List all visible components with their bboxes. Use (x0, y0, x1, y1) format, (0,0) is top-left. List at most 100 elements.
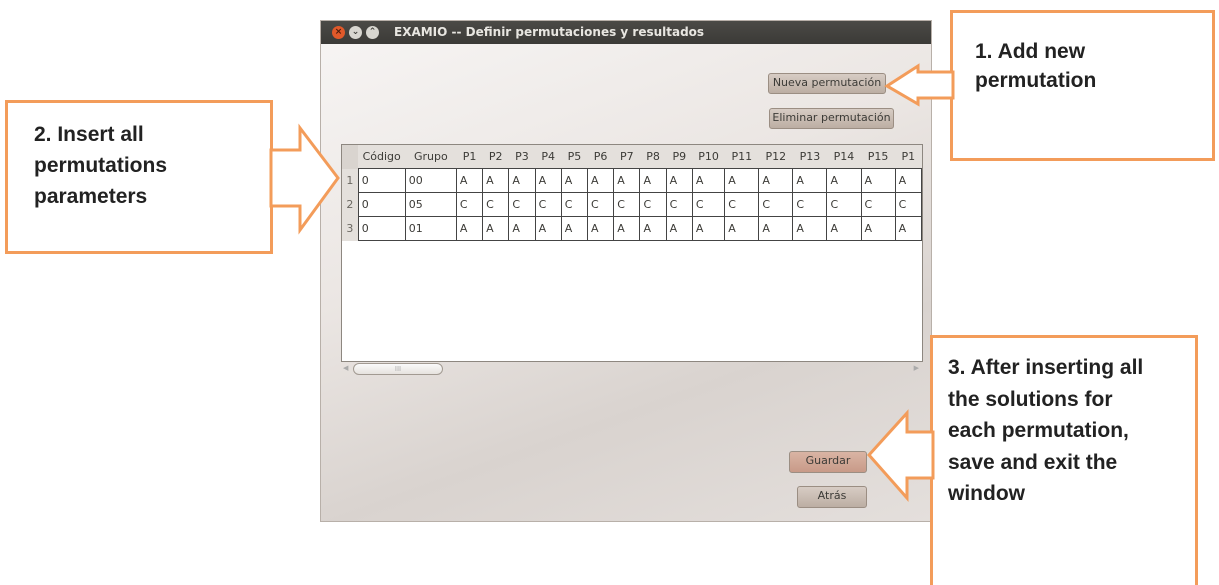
table-cell[interactable]: A (724, 216, 760, 241)
column-header[interactable]: P7 (613, 145, 640, 169)
table-row[interactable]: 2 0 05 C C C C C C C C C C C C C C C C (342, 192, 922, 217)
column-header[interactable]: P10 (692, 145, 725, 169)
delete-permutation-button[interactable]: Eliminar permutación (769, 108, 894, 129)
table-cell[interactable]: C (792, 192, 828, 217)
column-header[interactable]: P6 (587, 145, 614, 169)
table-cell[interactable]: A (758, 216, 794, 241)
table-cell[interactable]: A (560, 168, 589, 193)
table-cell[interactable]: A (639, 216, 667, 241)
table-cell[interactable]: C (758, 192, 794, 217)
minimize-icon[interactable]: ⌄ (349, 26, 362, 39)
table-cell[interactable]: A (691, 168, 726, 193)
callout-insert-text: 2. Insert all permutations parameters (34, 123, 168, 208)
table-cell[interactable]: A (691, 216, 726, 241)
table-cell[interactable]: A (894, 168, 922, 193)
callout-insert-parameters: 2. Insert all permutations parameters (5, 100, 273, 254)
column-header[interactable]: P13 (792, 145, 827, 169)
callout-add-text: 1. Add new permutation (975, 40, 1097, 92)
table-cell[interactable]: C (587, 192, 615, 217)
scroll-thumb[interactable]: III (353, 363, 443, 375)
table-cell[interactable]: C (691, 192, 726, 217)
table-cell[interactable]: A (455, 216, 484, 241)
column-header[interactable]: P15 (861, 145, 896, 169)
table-row[interactable]: 1 0 00 A A A A A A A A A A A A A A A A (342, 168, 922, 193)
table-cell[interactable]: A (826, 168, 862, 193)
app-window: × ⌄ ⌃ EXAMIO -- Definir permutaciones y … (320, 20, 932, 522)
table-cell[interactable]: C (508, 192, 536, 217)
table-cell[interactable]: A (482, 216, 510, 241)
window-title: EXAMIO -- Definir permutaciones y result… (394, 25, 705, 39)
table-cell[interactable]: A (613, 168, 641, 193)
row-number: 2 (342, 192, 359, 217)
table-cell[interactable]: A (894, 216, 922, 241)
callout-add-permutation: 1. Add new permutation (950, 10, 1215, 161)
table-cell[interactable]: A (482, 168, 510, 193)
column-header[interactable]: P14 (826, 145, 862, 169)
permutations-table[interactable]: Código Grupo P1 P2 P3 P4 P5 P6 P7 P8 P9 P10 P11 P12 P1… (341, 144, 923, 362)
column-header[interactable]: Grupo (405, 145, 457, 169)
table-cell[interactable]: A (508, 216, 536, 241)
table-cell[interactable]: A (860, 168, 896, 193)
table-cell[interactable]: A (560, 216, 589, 241)
table-cell[interactable]: C (860, 192, 896, 217)
table-cell[interactable]: C (534, 192, 562, 217)
table-cell[interactable]: C (560, 192, 589, 217)
table-cell[interactable]: C (482, 192, 510, 217)
column-header[interactable]: P1 (895, 145, 922, 169)
table-cell[interactable]: C (826, 192, 862, 217)
table-cell[interactable]: A (508, 168, 536, 193)
column-header[interactable]: Código (358, 145, 406, 169)
table-cell[interactable]: A (665, 168, 693, 193)
new-permutation-button[interactable]: Nueva permutación (768, 73, 886, 94)
table-cell[interactable]: C (639, 192, 667, 217)
table-cell[interactable]: C (894, 192, 922, 217)
table-cell[interactable]: A (455, 168, 484, 193)
column-header[interactable]: P8 (639, 145, 667, 169)
table-cell[interactable]: 00 (404, 168, 457, 193)
table-cell[interactable]: A (792, 168, 828, 193)
table-cell[interactable]: A (860, 216, 896, 241)
table-cell[interactable]: A (587, 216, 615, 241)
column-header[interactable]: P1 (456, 145, 483, 169)
table-cell[interactable]: C (455, 192, 484, 217)
column-header[interactable]: P5 (561, 145, 588, 169)
table-cell[interactable]: 05 (404, 192, 457, 217)
table-cell[interactable]: A (587, 168, 615, 193)
table-cell[interactable]: 0 (357, 216, 406, 241)
table-cell[interactable]: A (613, 216, 641, 241)
table-cell[interactable]: A (639, 168, 667, 193)
close-icon[interactable]: × (332, 26, 345, 39)
table-cell[interactable]: C (613, 192, 641, 217)
column-header[interactable]: P11 (724, 145, 759, 169)
table-cell[interactable]: 0 (357, 192, 406, 217)
column-header[interactable]: P2 (482, 145, 509, 169)
table-header-row: Código Grupo P1 P2 P3 P4 P5 P6 P7 P8 P9 P10 P11 P12 P1… (342, 145, 922, 169)
scroll-right-arrow-icon[interactable]: ▶ (914, 364, 919, 372)
table-cell[interactable]: A (758, 168, 794, 193)
row-number-header (342, 145, 359, 169)
table-cell[interactable]: A (826, 216, 862, 241)
column-header[interactable]: P9 (666, 145, 693, 169)
table-cell[interactable]: A (665, 216, 693, 241)
table-cell[interactable]: C (665, 192, 693, 217)
scroll-left-arrow-icon[interactable]: ◀ (343, 364, 348, 372)
table-cell[interactable]: C (724, 192, 760, 217)
callout-save: 3. After inserting all the solutions for… (930, 335, 1198, 585)
back-button[interactable]: Atrás (797, 486, 867, 508)
title-bar[interactable]: × ⌄ ⌃ EXAMIO -- Definir permutaciones y … (321, 21, 931, 44)
table-cell[interactable]: A (534, 168, 562, 193)
row-number: 3 (342, 216, 359, 241)
horizontal-scrollbar[interactable]: ◀ III ▶ (341, 363, 923, 376)
table-cell[interactable]: A (724, 168, 760, 193)
callout-save-text: 3. After inserting all the solutions for… (948, 356, 1144, 505)
table-cell[interactable]: 01 (404, 216, 457, 241)
column-header[interactable]: P4 (535, 145, 562, 169)
table-row[interactable]: 3 0 01 A A A A A A A A A A A A A A A A (342, 216, 922, 241)
table-cell[interactable]: A (792, 216, 828, 241)
table-cell[interactable]: A (534, 216, 562, 241)
column-header[interactable]: P12 (758, 145, 793, 169)
table-cell[interactable]: 0 (357, 168, 406, 193)
maximize-icon[interactable]: ⌃ (366, 26, 379, 39)
save-button[interactable]: Guardar (789, 451, 867, 473)
column-header[interactable]: P3 (508, 145, 536, 169)
